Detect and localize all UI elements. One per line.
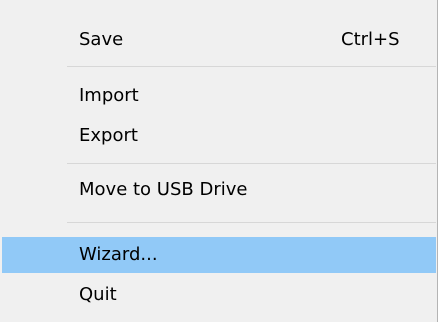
menu-item-wizard-label: Wizard... bbox=[79, 244, 158, 265]
menu-item-save[interactable]: Save Ctrl+S bbox=[2, 22, 436, 58]
menu-item-import-label: Import bbox=[79, 85, 139, 106]
menu-item-save-label: Save bbox=[79, 29, 124, 50]
menu-separator bbox=[67, 163, 436, 164]
menu-item-wizard[interactable]: Wizard... bbox=[2, 237, 436, 273]
menu-item-save-shortcut: Ctrl+S bbox=[341, 29, 400, 50]
menu-separator bbox=[67, 222, 436, 223]
menu-item-quit-label: Quit bbox=[79, 284, 117, 305]
menu-item-move-to-usb-drive[interactable]: Move to USB Drive bbox=[2, 172, 436, 208]
menu-item-move-to-usb-drive-label: Move to USB Drive bbox=[79, 179, 248, 200]
menu-item-quit[interactable]: Quit bbox=[2, 277, 436, 313]
menu-item-import[interactable]: Import bbox=[2, 78, 436, 114]
menu-item-export-label: Export bbox=[79, 125, 138, 146]
menu-separator bbox=[67, 66, 436, 67]
context-menu: Save Ctrl+S Import Export Move to USB Dr… bbox=[0, 0, 438, 322]
menu-item-export[interactable]: Export bbox=[2, 118, 436, 154]
